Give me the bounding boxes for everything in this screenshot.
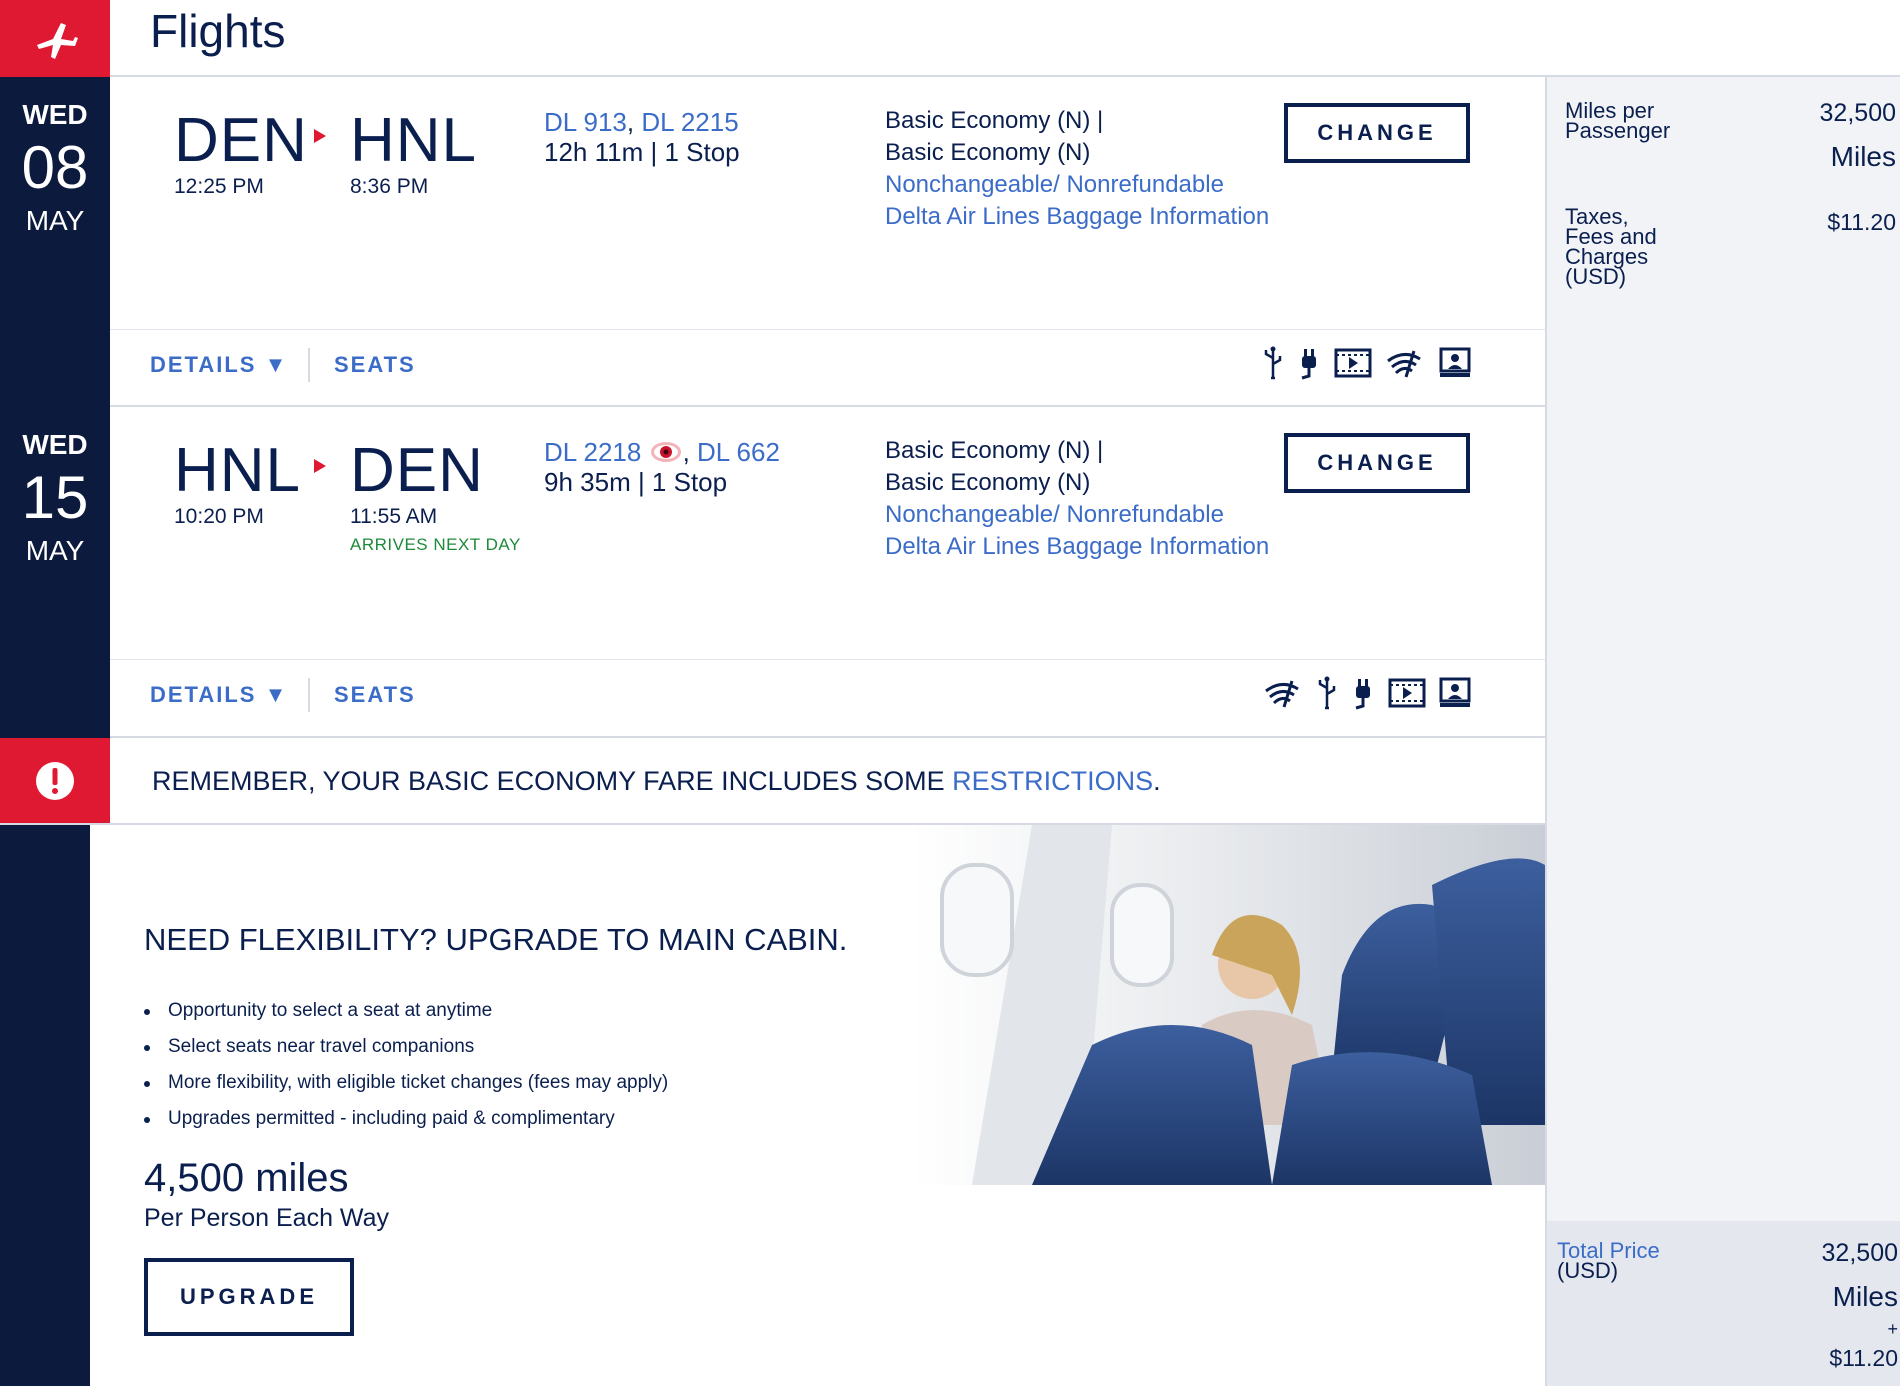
list-item: Opportunity to select a seat at anytime (144, 1000, 668, 1036)
date-column: WED 15 MAY (0, 407, 110, 738)
taxes-label-line: (USD) (1565, 264, 1627, 289)
date-dow: WED (22, 99, 88, 130)
total-label-currency: (USD) (1557, 1258, 1619, 1283)
date-dow: WED (22, 429, 88, 460)
total-cash: $11.20 (1829, 1345, 1898, 1371)
date-day: 15 (21, 464, 89, 531)
plus-sign: + (1887, 1319, 1898, 1339)
destination-code: DEN (350, 436, 484, 505)
departure-time: 10:20 PM (174, 505, 264, 528)
divider (308, 678, 310, 712)
price-summary: Miles per Passenger 32,500 Miles Taxes, … (1545, 77, 1900, 1386)
seats-link[interactable]: SEATS (334, 682, 416, 708)
notice-text: REMEMBER, YOUR BASIC ECONOMY FARE INCLUD… (152, 766, 1161, 797)
baggage-info-link[interactable]: Delta Air Lines Baggage Information (885, 531, 1269, 563)
power-icon (1301, 349, 1316, 380)
date-day: 08 (21, 134, 89, 201)
flight-actions-bar: DETAILS ▼ SEATS (110, 659, 1545, 737)
details-toggle[interactable]: DETAILS ▼ (150, 352, 288, 378)
usb-icon (1264, 346, 1282, 380)
flight-number-link[interactable]: DL 913 (544, 107, 627, 137)
fare-rules-link[interactable]: Nonchangeable/ Nonrefundable (885, 169, 1269, 201)
flight-duration: 9h 35m | 1 Stop (544, 467, 728, 497)
page-title: Flights (150, 5, 286, 57)
baggage-info-link[interactable]: Delta Air Lines Baggage Information (885, 201, 1269, 233)
miles-label-line: Passenger (1565, 118, 1671, 143)
restrictions-notice: REMEMBER, YOUR BASIC ECONOMY FARE INCLUD… (0, 738, 1545, 825)
miles-value: 32,500 (1819, 99, 1896, 127)
video-icon (1388, 678, 1426, 708)
total-miles: 32,500 (1821, 1239, 1898, 1267)
route-arrow-icon (314, 129, 326, 143)
route-arrow-icon (314, 459, 326, 473)
upgrade-per-person: Per Person Each Way (144, 1204, 390, 1232)
arrival-time: 8:36 PM (350, 175, 429, 198)
departure-time: 12:25 PM (174, 175, 264, 198)
list-item: Select seats near travel companions (144, 1036, 668, 1072)
date-month: MAY (25, 205, 85, 236)
list-item: More flexibility, with eligible ticket c… (144, 1072, 668, 1108)
wifi-icon (1387, 350, 1421, 378)
destination-code: HNL (350, 106, 478, 175)
flight-card: HNL DEN 10:20 PM 11:55 AM ARRIVES NEXT D… (110, 407, 1545, 738)
fare-class: Basic Economy (N) (885, 139, 1091, 166)
usb-icon (1318, 676, 1336, 710)
divider (308, 348, 310, 382)
flight-numbers: DL 2218 , DL 662 (544, 437, 780, 467)
seats-link[interactable]: SEATS (334, 352, 416, 378)
alert-box (0, 738, 110, 823)
taxes-value: $11.20 (1827, 209, 1896, 235)
cabin-photo (912, 825, 1545, 1185)
total-price-panel: Total Price (USD) 32,500 Miles + $11.20 (1547, 1221, 1900, 1386)
flight-numbers: DL 913, DL 2215 (544, 107, 739, 137)
date-column: WED 08 MAY (0, 77, 110, 407)
miles-label: Miles per Passenger (1565, 100, 1671, 143)
arrives-next-day-note: ARRIVES NEXT DAY (350, 535, 521, 554)
list-item: Upgrades permitted - including paid & co… (144, 1108, 668, 1144)
restrictions-link[interactable]: RESTRICTIONS (952, 766, 1153, 796)
fare-class: Basic Economy (N) | (885, 437, 1104, 464)
details-toggle[interactable]: DETAILS ▼ (150, 682, 288, 708)
total-miles-unit: Miles (1832, 1281, 1898, 1312)
fare-info: Basic Economy (N) | Basic Economy (N) No… (885, 435, 1269, 563)
promo-benefits-list: Opportunity to select a seat at anytime … (144, 1000, 668, 1144)
change-button[interactable]: CHANGE (1284, 103, 1470, 163)
flight-actions-bar: DETAILS ▼ SEATS (110, 329, 1545, 407)
alert-icon (36, 761, 74, 800)
wifi-icon (1265, 680, 1299, 708)
page-header: Flights (0, 0, 1900, 77)
fare-rules-link[interactable]: Nonchangeable/ Nonrefundable (885, 499, 1269, 531)
fare-class: Basic Economy (N) (885, 469, 1091, 496)
miles-unit: Miles (1830, 141, 1896, 172)
notice-end: . (1153, 766, 1161, 796)
amenity-icons (1262, 346, 1472, 380)
origin-code: HNL (174, 436, 302, 505)
video-icon (1334, 348, 1372, 378)
flight-number-link[interactable]: DL 2218 (544, 437, 641, 467)
arrival-time: 11:55 AM (350, 505, 438, 528)
flight-duration: 12h 11m | 1 Stop (544, 137, 740, 167)
seatback-screen-icon (1439, 347, 1471, 377)
total-label: Total Price (USD) (1557, 1240, 1660, 1283)
flight-number-link[interactable]: DL 2215 (641, 107, 738, 137)
fare-class: Basic Economy (N) | (885, 107, 1104, 134)
power-icon (1355, 679, 1370, 710)
upgrade-miles: 4,500 miles (144, 1156, 349, 1200)
flight-number-link[interactable]: DL 662 (697, 437, 780, 467)
promo-title: NEED FLEXIBILITY? UPGRADE TO MAIN CABIN. (144, 922, 848, 957)
flight-card: DEN HNL 12:25 PM 8:36 PM DL 913, DL 2215… (110, 77, 1545, 407)
amenity-icons (1262, 676, 1472, 710)
change-button[interactable]: CHANGE (1284, 433, 1470, 493)
fare-info: Basic Economy (N) | Basic Economy (N) No… (885, 105, 1269, 233)
origin-code: DEN (174, 106, 308, 175)
red-eye-icon (650, 442, 681, 462)
plane-icon (37, 22, 78, 59)
seatback-screen-icon (1439, 677, 1471, 707)
plane-icon-box (0, 0, 110, 77)
date-month: MAY (25, 535, 85, 566)
promo-side-bar (0, 825, 90, 1386)
notice-message: REMEMBER, YOUR BASIC ECONOMY FARE INCLUD… (152, 766, 953, 796)
taxes-label: Taxes, Fees and Charges (USD) (1565, 206, 1657, 289)
upgrade-button[interactable]: UPGRADE (144, 1258, 354, 1336)
